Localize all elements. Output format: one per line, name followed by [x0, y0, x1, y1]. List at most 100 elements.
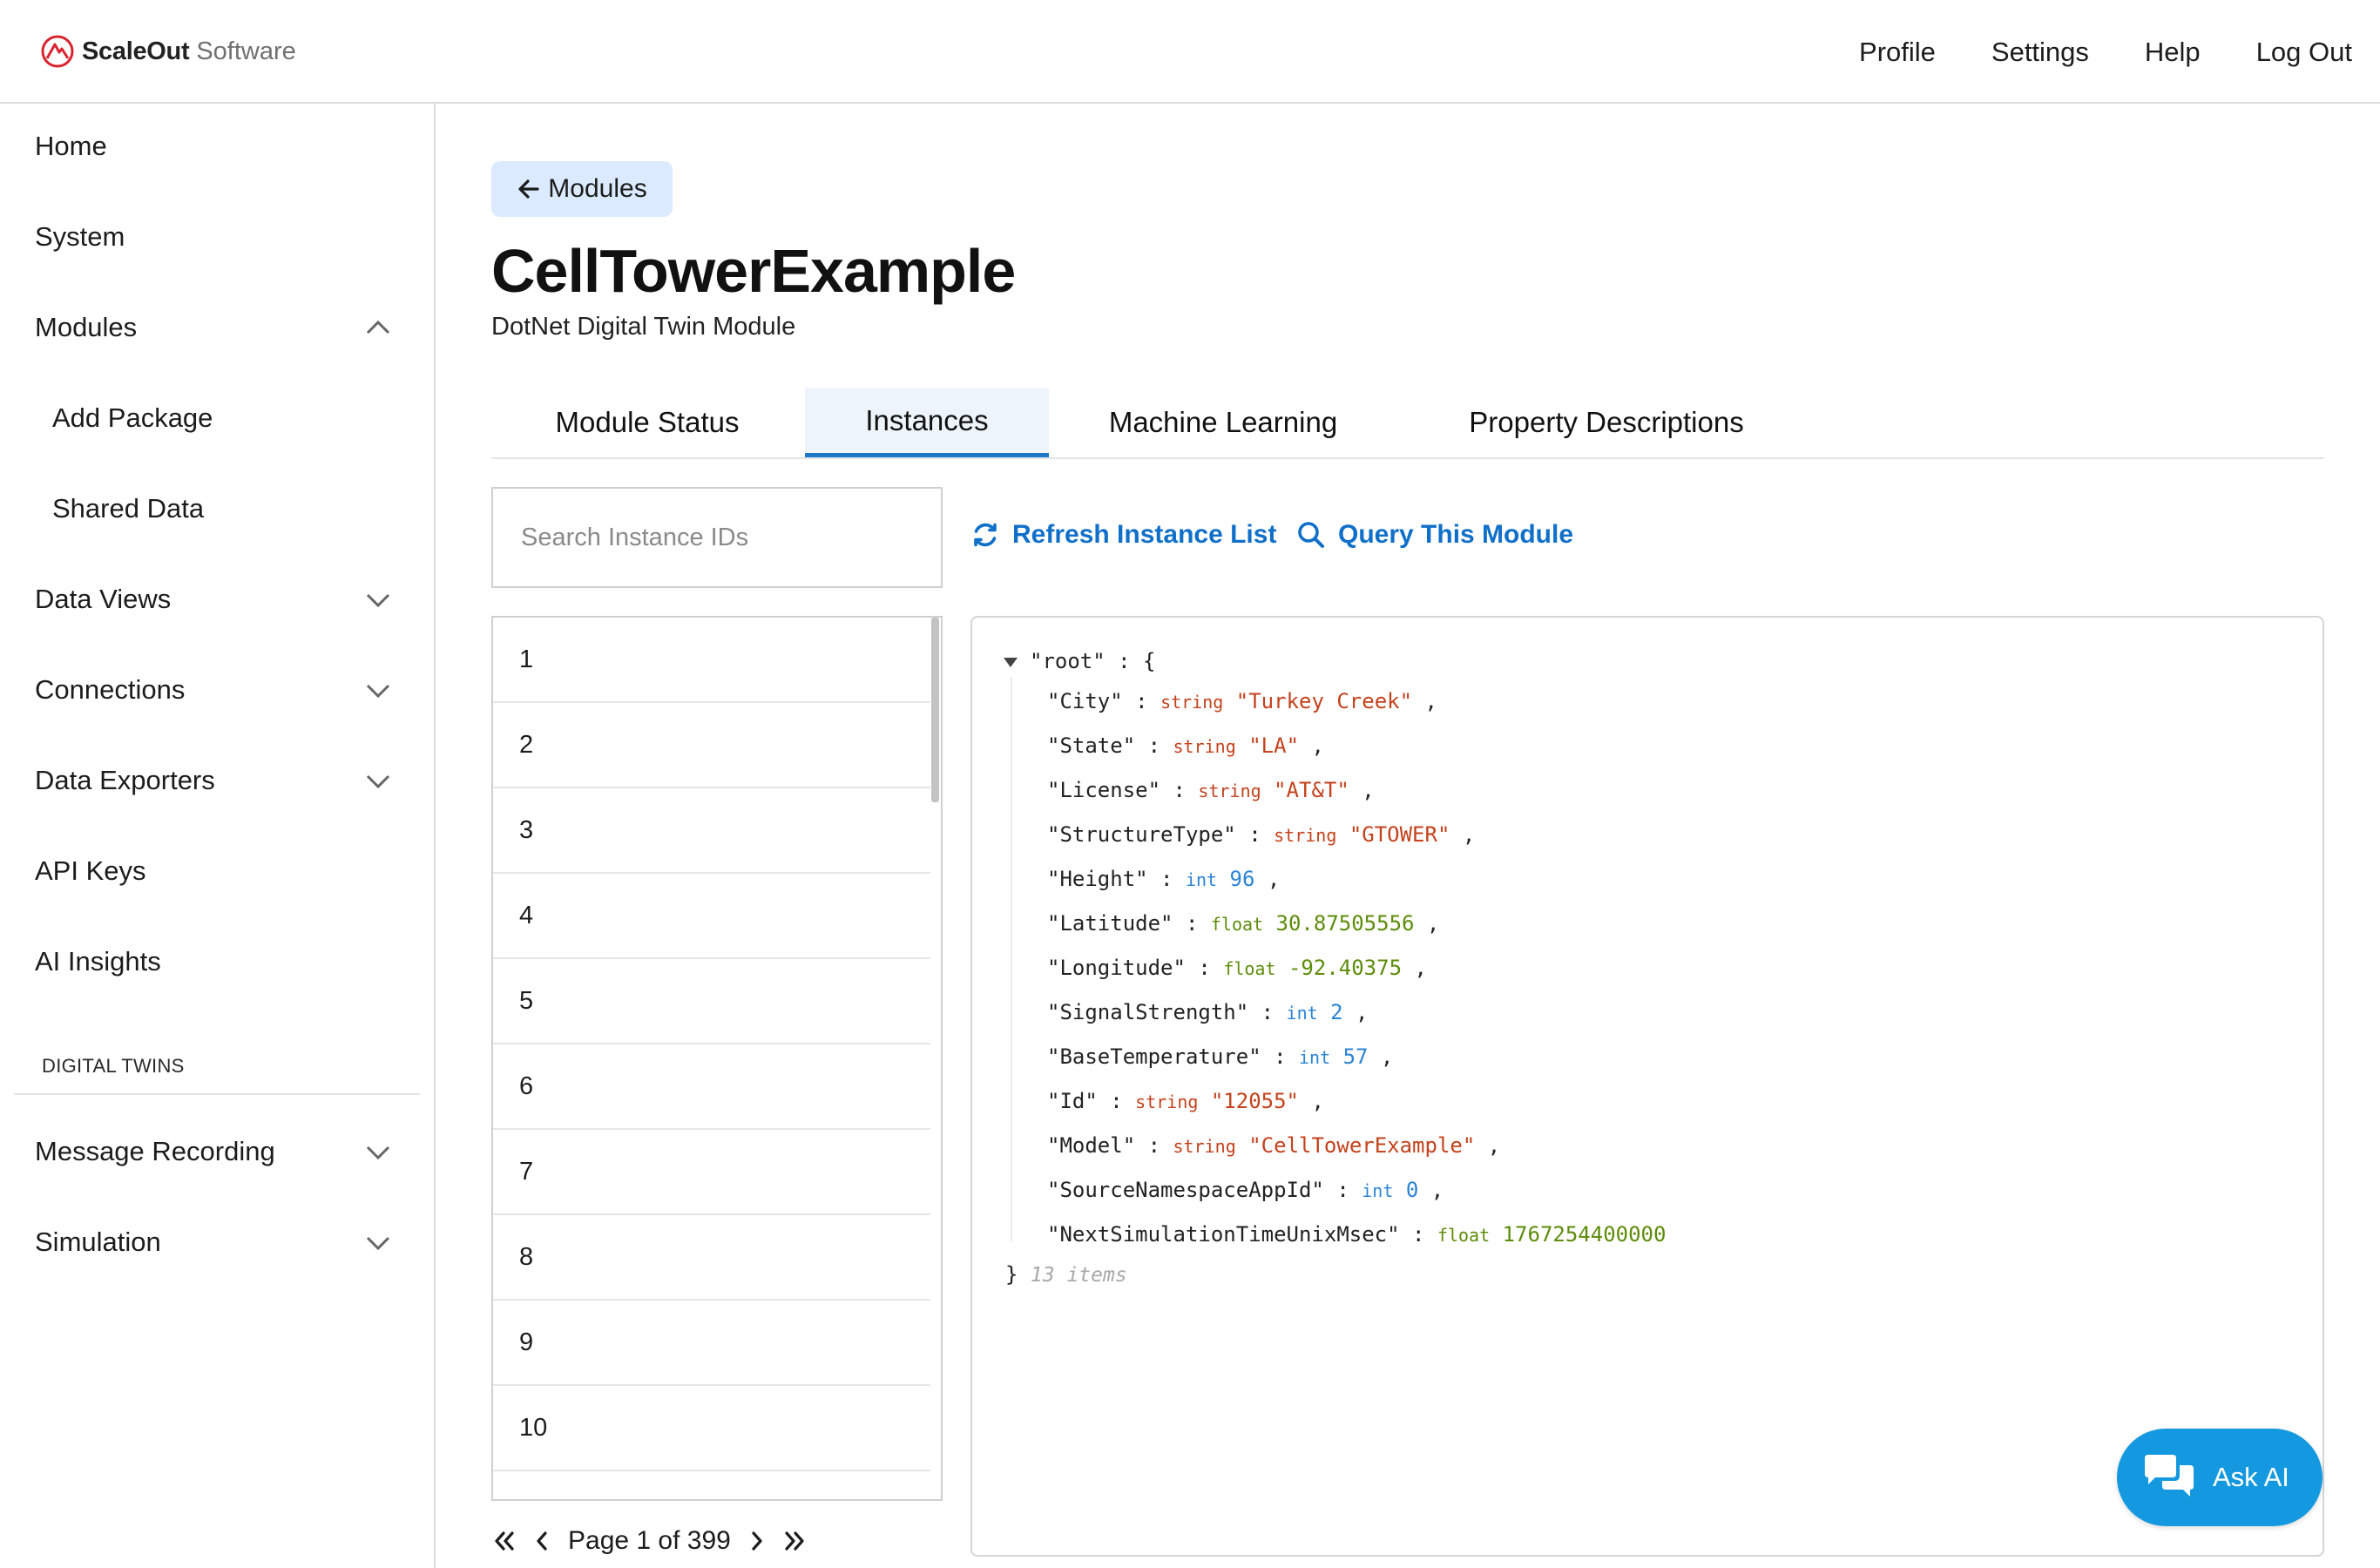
query-module-button[interactable]: Query This Module — [1296, 513, 1573, 557]
tab-instances[interactable]: Instances — [805, 388, 1049, 457]
chevron-up-icon[interactable] — [364, 315, 392, 340]
sidebar-item-simulation[interactable]: Simulation — [0, 1207, 434, 1277]
list-item[interactable] — [493, 1471, 930, 1499]
page-indicator: Page 1 of 399 — [568, 1526, 731, 1555]
json-viewer: "root" : { "City" : string "Turkey Creek… — [970, 616, 2324, 1557]
list-item[interactable]: 3 — [493, 788, 930, 874]
chevron-down-icon[interactable] — [364, 587, 392, 612]
list-item[interactable]: 2 — [493, 703, 930, 788]
top-bar: ScaleOut Software Profile Settings Help … — [0, 0, 2380, 104]
sidebar-item-api-keys[interactable]: API Keys — [0, 836, 434, 906]
json-value: "12055" — [1210, 1089, 1300, 1113]
json-key: "State" — [1047, 733, 1136, 758]
json-key: "Id" — [1047, 1089, 1098, 1113]
ask-ai-button[interactable]: Ask AI — [2117, 1429, 2323, 1526]
list-item[interactable]: 1 — [493, 618, 930, 703]
sidebar-item-label: Shared Data — [52, 493, 205, 524]
json-type: string — [1160, 692, 1224, 713]
list-item[interactable]: 10 — [493, 1386, 930, 1471]
json-type: int — [1185, 869, 1218, 890]
json-root-line: "root" : { — [1030, 649, 1156, 673]
json-value: "GTOWER" — [1349, 822, 1450, 847]
sidebar-item-label: API Keys — [35, 855, 146, 886]
query-label: Query This Module — [1338, 520, 1574, 549]
list-item[interactable]: 9 — [493, 1301, 930, 1386]
collapse-caret-icon[interactable] — [1004, 658, 1018, 667]
sidebar-item-connections[interactable]: Connections — [0, 655, 434, 725]
json-type: int — [1362, 1180, 1394, 1201]
sidebar-item-data-exporters[interactable]: Data Exporters — [0, 746, 434, 815]
chevron-down-icon[interactable] — [364, 678, 392, 702]
next-page-icon[interactable] — [743, 1528, 769, 1554]
json-value: 30.87505556 — [1275, 911, 1415, 936]
refresh-icon — [974, 523, 997, 547]
json-item-count: 13 items — [1030, 1264, 1127, 1287]
refresh-instance-list-button[interactable]: Refresh Instance List — [970, 513, 1276, 557]
nav-settings[interactable]: Settings — [1991, 37, 2089, 68]
list-item[interactable]: 5 — [493, 959, 930, 1044]
prev-page-icon[interactable] — [530, 1528, 556, 1554]
brand-primary: ScaleOut — [82, 37, 190, 65]
sidebar-item-data-views[interactable]: Data Views — [0, 564, 434, 634]
chevron-down-icon[interactable] — [364, 1139, 392, 1164]
chevron-down-icon[interactable] — [364, 768, 392, 793]
json-type: int — [1299, 1047, 1331, 1068]
sidebar-item-add-package[interactable]: Add Package — [0, 383, 434, 453]
json-type: string — [1173, 736, 1236, 757]
json-property-state: "State" : string "LA" , — [1047, 733, 1324, 758]
json-key: "City" — [1047, 689, 1123, 713]
json-key: "StructureType" — [1047, 822, 1236, 847]
tab-property-descriptions[interactable]: Property Descriptions — [1397, 388, 1815, 457]
sidebar-item-label: Home — [35, 131, 107, 161]
list-item[interactable]: 7 — [493, 1130, 930, 1215]
json-type: string — [1173, 1136, 1236, 1157]
top-nav: Profile Settings Help Log Out — [1803, 0, 2352, 104]
instance-list[interactable]: 1 2 3 4 5 6 7 8 9 10 — [491, 616, 943, 1501]
back-to-modules-button[interactable]: Modules — [491, 161, 673, 217]
chevron-down-icon[interactable] — [364, 1230, 392, 1254]
search-icon — [1298, 522, 1324, 548]
json-value: 2 — [1330, 1000, 1343, 1024]
last-page-icon[interactable] — [781, 1528, 808, 1554]
sidebar-item-modules[interactable]: Modules — [0, 293, 434, 362]
sidebar-item-label: System — [35, 221, 125, 252]
search-instance-input[interactable] — [491, 487, 943, 588]
sidebar-item-shared-data[interactable]: Shared Data — [0, 474, 434, 544]
page-subtitle: DotNet Digital Twin Module — [491, 313, 796, 341]
json-key: "BaseTemperature" — [1047, 1044, 1261, 1069]
json-property-id: "Id" : string "12055" , — [1047, 1089, 1324, 1113]
nav-help[interactable]: Help — [2145, 37, 2201, 68]
brand-logo[interactable]: ScaleOut Software — [40, 31, 296, 71]
sidebar-item-system[interactable]: System — [0, 202, 434, 272]
page-title: CellTowerExample — [491, 237, 1016, 305]
main-content: Modules CellTowerExample DotNet Digital … — [437, 104, 2380, 1568]
first-page-icon[interactable] — [491, 1528, 517, 1554]
json-type: float — [1210, 914, 1264, 935]
json-property-nextsimulationtime: "NextSimulationTimeUnixMsec" : float 176… — [1047, 1222, 1667, 1247]
list-item[interactable]: 6 — [493, 1044, 930, 1130]
sidebar-item-ai-insights[interactable]: AI Insights — [0, 927, 434, 997]
list-scrollbar[interactable] — [931, 618, 939, 802]
json-property-model: "Model" : string "CellTowerExample" , — [1047, 1133, 1501, 1158]
json-property-sourcenamespaceappid: "SourceNamespaceAppId" : int 0 , — [1047, 1178, 1444, 1202]
sidebar-item-home[interactable]: Home — [0, 112, 434, 181]
json-property-license: "License" : string "AT&T" , — [1047, 778, 1375, 802]
json-type: float — [1223, 958, 1276, 979]
json-property-basetemperature: "BaseTemperature" : int 57 , — [1047, 1044, 1394, 1069]
json-value: "AT&T" — [1274, 778, 1349, 802]
section-label-digital-twins: DIGITAL TWINS — [42, 1055, 185, 1077]
tab-module-status[interactable]: Module Status — [491, 388, 803, 457]
tab-machine-learning[interactable]: Machine Learning — [1051, 388, 1396, 457]
json-type: int — [1286, 1003, 1318, 1024]
list-item[interactable]: 4 — [493, 874, 930, 959]
list-item[interactable]: 8 — [493, 1215, 930, 1301]
nav-profile[interactable]: Profile — [1859, 37, 1936, 68]
sidebar-item-message-recording[interactable]: Message Recording — [0, 1117, 434, 1186]
json-value: 1767254400000 — [1502, 1222, 1667, 1247]
sidebar-item-label: AI Insights — [35, 946, 161, 977]
sidebar-item-label: Message Recording — [35, 1136, 275, 1166]
scaleout-logo-icon — [41, 35, 74, 68]
ask-ai-label: Ask AI — [2213, 1462, 2289, 1492]
nav-logout[interactable]: Log Out — [2256, 37, 2352, 68]
json-key: "License" — [1047, 778, 1161, 802]
